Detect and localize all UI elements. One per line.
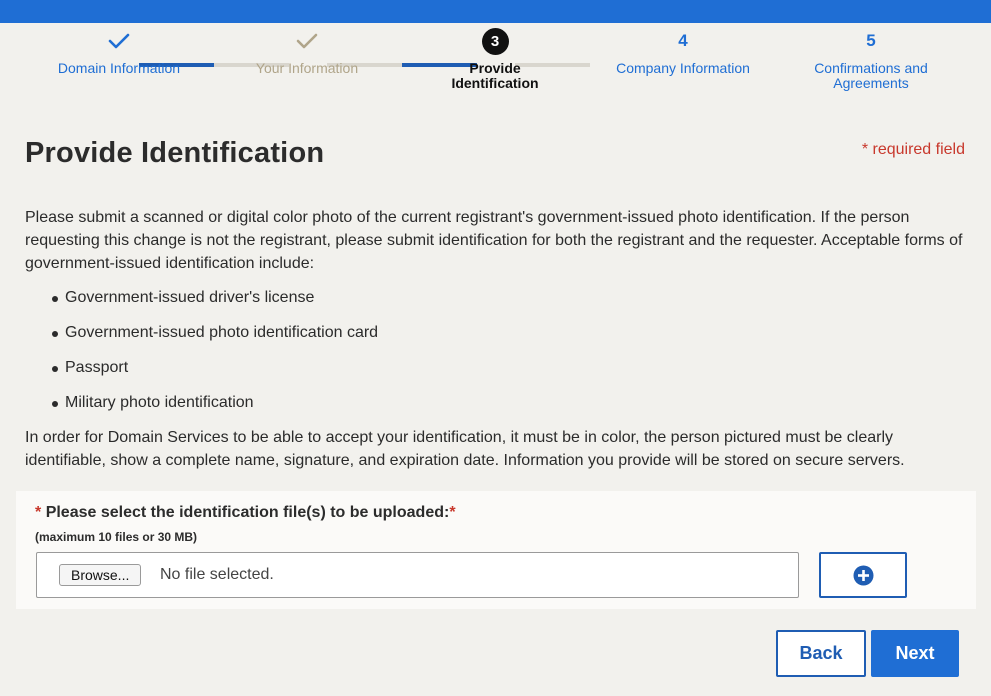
list-item: Government-issued photo identification c… — [25, 321, 378, 356]
required-star: * — [35, 504, 42, 521]
list-item: Government-issued driver's license — [25, 286, 378, 321]
intro-paragraph: Please submit a scanned or digital color… — [25, 209, 963, 272]
progress-stepper: Domain Information Your Information 3 Pr… — [0, 23, 991, 103]
step-provide-identification: 3 Provide Identification — [395, 26, 595, 91]
plus-circle-icon — [853, 565, 873, 585]
page-title: Provide Identification — [25, 137, 325, 169]
file-status-text: No file selected. — [160, 566, 274, 583]
step-number: 4 — [678, 31, 688, 50]
required-star: * — [449, 504, 456, 521]
upload-limit-note: (maximum 10 files or 30 MB) — [35, 530, 198, 544]
step-label: Provide Identification — [451, 60, 539, 91]
step-label: Confirmations and Agreements — [814, 60, 928, 91]
step-domain-information[interactable]: Domain Information — [19, 26, 219, 76]
step-label: Company Information — [616, 60, 750, 76]
step-number: 5 — [866, 31, 876, 50]
step-label: Domain Information — [57, 60, 181, 76]
next-button[interactable]: Next — [871, 630, 959, 677]
check-icon — [108, 33, 130, 49]
check-icon — [296, 33, 318, 49]
list-item: Military photo identification — [25, 391, 378, 426]
storage-note-paragraph: In order for Domain Services to be able … — [25, 429, 905, 469]
step-confirmations-and-agreements: 5 Confirmations and Agreements — [771, 26, 971, 91]
required-field-note: * required field — [861, 141, 965, 158]
step-label: Your Information — [255, 60, 359, 76]
step-company-information: 4 Company Information — [583, 26, 783, 76]
upload-label-text: Please select the identification file(s)… — [45, 504, 450, 521]
add-file-button[interactable] — [819, 552, 907, 598]
upload-panel: * Please select the identification file(… — [16, 491, 976, 609]
step-number-badge: 3 — [481, 27, 509, 55]
file-input[interactable]: Browse... No file selected. — [36, 552, 799, 598]
top-bar — [0, 0, 991, 23]
id-types-list: Government-issued driver's license Gover… — [25, 286, 378, 426]
upload-label: * Please select the identification file(… — [35, 504, 456, 522]
back-button[interactable]: Back — [776, 630, 866, 677]
list-item: Passport — [25, 356, 378, 391]
browse-button[interactable]: Browse... — [59, 564, 142, 586]
step-your-information[interactable]: Your Information — [207, 26, 407, 76]
